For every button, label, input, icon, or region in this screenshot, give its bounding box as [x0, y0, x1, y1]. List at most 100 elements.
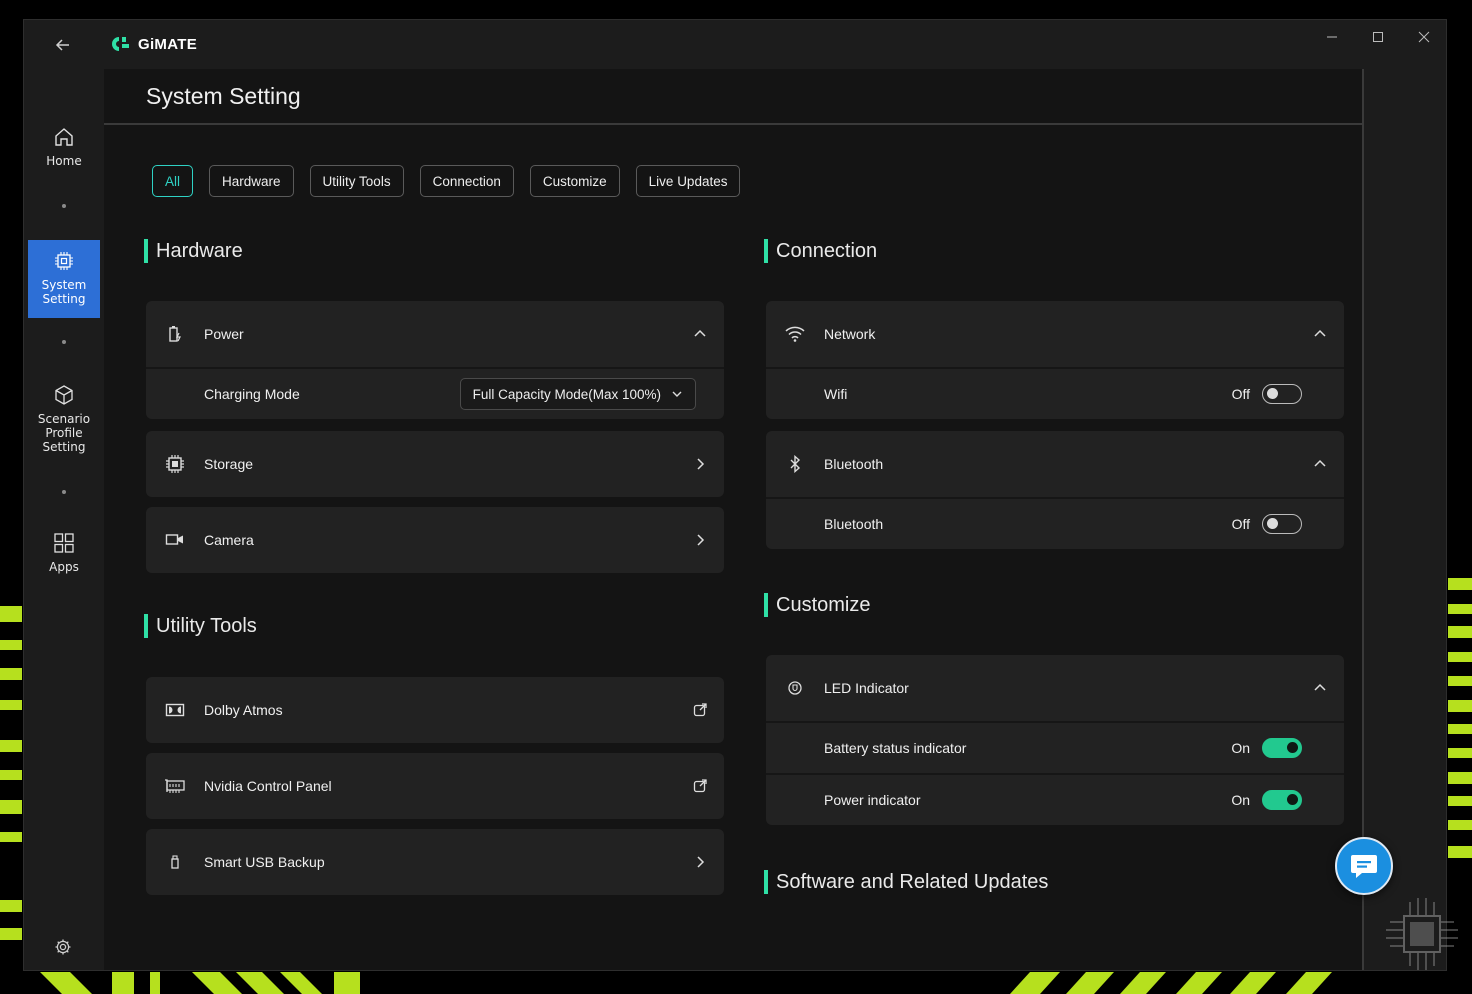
filter-utility-tools[interactable]: Utility Tools: [309, 165, 404, 197]
led-label: LED Indicator: [824, 680, 909, 696]
section-hardware-title: Hardware: [144, 239, 243, 263]
dolby-label: Dolby Atmos: [204, 702, 283, 718]
wifi-row: Wifi Off: [766, 367, 1344, 419]
charging-mode-value: Full Capacity Mode(Max 100%): [472, 386, 661, 402]
battery-charge-icon: [164, 323, 186, 345]
wifi-toggle[interactable]: [1262, 384, 1302, 404]
apps-grid-icon: [54, 533, 74, 553]
sidebar-item-home[interactable]: Home: [28, 126, 100, 182]
filter-customize[interactable]: Customize: [529, 165, 620, 197]
sidebar-item-label: System Setting: [41, 278, 87, 306]
close-icon[interactable]: [1404, 26, 1444, 48]
sidebar-item-label: Apps: [49, 560, 79, 574]
dolby-header[interactable]: Dolby Atmos: [146, 677, 724, 743]
wifi-icon: [784, 323, 806, 345]
power-card: Power Charging Mode Full Capacity Mode(M…: [146, 301, 724, 419]
led-card: LED Indicator Battery status indicator O…: [766, 655, 1344, 825]
charging-mode-dropdown[interactable]: Full Capacity Mode(Max 100%): [459, 378, 696, 410]
sidebar-item-system-setting[interactable]: System Setting: [28, 240, 100, 318]
power-indicator-toggle[interactable]: [1262, 790, 1302, 810]
nvidia-card[interactable]: Nvidia Control Panel: [146, 753, 724, 819]
power-header[interactable]: Power: [146, 301, 724, 367]
sidebar-item-label: Scenario Profile Setting: [37, 412, 91, 454]
usb-backup-label: Smart USB Backup: [204, 854, 325, 870]
nav-separator-dot: [62, 204, 66, 208]
power-indicator-label: Power indicator: [824, 792, 921, 808]
chat-bubble-icon: [1351, 855, 1377, 878]
title-divider: [104, 123, 1364, 125]
camera-header[interactable]: Camera: [146, 507, 724, 573]
bluetooth-state: Off: [1231, 516, 1250, 532]
bluetooth-card: Bluetooth Bluetooth Off: [766, 431, 1344, 549]
back-arrow-icon[interactable]: [52, 34, 74, 56]
nav-separator-dot: [62, 490, 66, 494]
section-utility-title: Utility Tools: [144, 614, 257, 638]
wifi-state: Off: [1231, 386, 1250, 402]
chevron-up-icon[interactable]: [692, 326, 708, 342]
page-title: System Setting: [146, 83, 301, 109]
usb-drive-icon: [164, 851, 186, 873]
camera-icon: [164, 529, 186, 551]
bluetooth-row: Bluetooth Off: [766, 497, 1344, 549]
chevron-down-icon: [672, 391, 682, 397]
usb-backup-header[interactable]: Smart USB Backup: [146, 829, 724, 895]
chevron-up-icon[interactable]: [1312, 326, 1328, 342]
gimate-logo-icon: [112, 37, 129, 51]
cube-icon: [55, 385, 73, 405]
storage-label: Storage: [204, 456, 254, 472]
power-label: Power: [204, 326, 244, 342]
dolby-icon: [164, 699, 186, 721]
wifi-label: Wifi: [824, 386, 848, 402]
graphics-card-icon: [164, 775, 186, 797]
chip-watermark-icon: [1382, 894, 1462, 974]
chevron-right-icon: [697, 856, 705, 868]
bluetooth-header[interactable]: Bluetooth: [766, 431, 1344, 497]
minimize-icon[interactable]: [1312, 26, 1352, 48]
network-label: Network: [824, 326, 876, 342]
sidebar-item-apps[interactable]: Apps: [28, 532, 100, 588]
app-brand: GiMATE: [111, 35, 197, 53]
filter-tabs: All Hardware Utility Tools Connection Cu…: [152, 165, 741, 197]
bluetooth-toggle[interactable]: [1262, 514, 1302, 534]
gear-icon[interactable]: [54, 938, 72, 960]
section-connection-title: Connection: [764, 239, 877, 263]
chevron-right-icon: [697, 458, 705, 470]
filter-live-updates[interactable]: Live Updates: [635, 165, 741, 197]
chat-button[interactable]: [1335, 837, 1393, 895]
storage-card[interactable]: Storage: [146, 431, 724, 497]
battery-indicator-label: Battery status indicator: [824, 740, 967, 756]
nvidia-header[interactable]: Nvidia Control Panel: [146, 753, 724, 819]
storage-header[interactable]: Storage: [146, 431, 724, 497]
external-link-icon[interactable]: [692, 778, 708, 794]
section-customize-title: Customize: [764, 593, 870, 617]
filter-all[interactable]: All: [152, 165, 194, 197]
charging-mode-row: Charging Mode Full Capacity Mode(Max 100…: [146, 367, 724, 419]
home-icon: [55, 128, 73, 146]
charging-mode-label: Charging Mode: [204, 386, 300, 402]
chevron-up-icon[interactable]: [1312, 456, 1328, 472]
gimate-window: GiMATE Home System Setting Scenario Prof…: [23, 19, 1447, 971]
led-header[interactable]: LED Indicator: [766, 655, 1344, 721]
sidebar: Home System Setting Scenario Profile Set…: [24, 70, 104, 970]
battery-indicator-toggle[interactable]: [1262, 738, 1302, 758]
bluetooth-row-label: Bluetooth: [824, 516, 884, 532]
battery-indicator-state: On: [1231, 740, 1250, 756]
power-indicator-row: Power indicator On: [766, 773, 1344, 825]
main-content: System Setting All Hardware Utility Tool…: [104, 69, 1364, 970]
camera-label: Camera: [204, 532, 254, 548]
title-bar: GiMATE: [24, 20, 1446, 70]
chevron-right-icon: [697, 534, 705, 546]
camera-card[interactable]: Camera: [146, 507, 724, 573]
filter-connection[interactable]: Connection: [419, 165, 514, 197]
sidebar-item-label: Home: [46, 154, 82, 168]
network-header[interactable]: Network: [766, 301, 1344, 367]
filter-hardware[interactable]: Hardware: [209, 165, 294, 197]
dolby-card[interactable]: Dolby Atmos: [146, 677, 724, 743]
chevron-up-icon[interactable]: [1312, 680, 1328, 696]
usb-backup-card[interactable]: Smart USB Backup: [146, 829, 724, 895]
external-link-icon[interactable]: [692, 702, 708, 718]
network-card: Network Wifi Off: [766, 301, 1344, 419]
maximize-icon[interactable]: [1358, 26, 1398, 48]
bluetooth-icon: [784, 453, 806, 475]
sidebar-item-scenario-profile[interactable]: Scenario Profile Setting: [28, 384, 100, 464]
